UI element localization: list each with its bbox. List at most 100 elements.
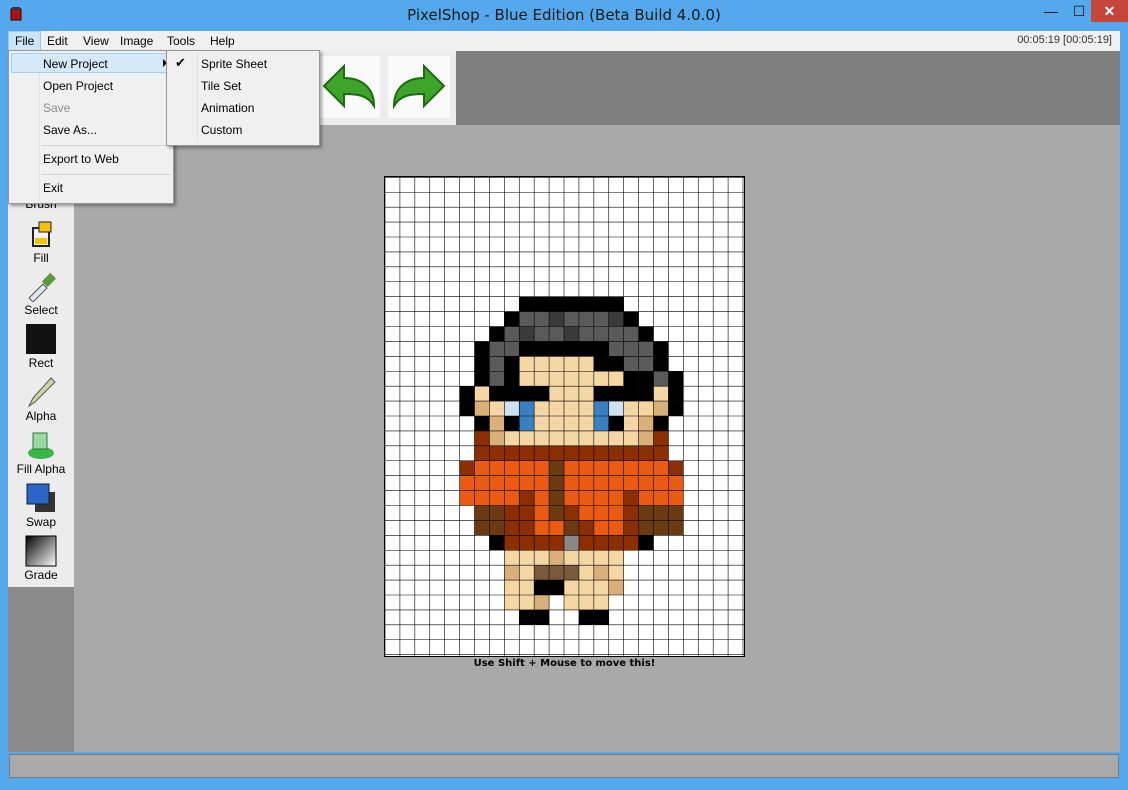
pixel [653, 490, 669, 506]
pixel [608, 430, 624, 446]
tool-fill-alpha[interactable]: Fill Alpha [8, 429, 74, 476]
pixel [519, 460, 535, 476]
menu-item-exit[interactable]: Exit [43, 178, 63, 198]
pixel [653, 386, 669, 402]
pixel [489, 505, 505, 521]
menu-tools[interactable]: Tools [161, 31, 201, 51]
maximize-button[interactable]: ☐ [1067, 0, 1091, 22]
menu-item-export-web[interactable]: Export to Web [43, 149, 119, 169]
pixel [534, 490, 550, 506]
file-menu-dropdown: New Project Open Project Save Save As...… [8, 50, 174, 204]
pixel [489, 490, 505, 506]
pixel [608, 371, 624, 387]
pixel [578, 371, 594, 387]
menu-file[interactable]: File [8, 31, 42, 51]
pixel [638, 430, 654, 446]
pixel [519, 445, 535, 461]
menu-image[interactable]: Image [114, 31, 159, 51]
menu-item-label: New Project [43, 57, 108, 71]
pixel [489, 520, 505, 536]
pixel [623, 535, 639, 551]
menu-item-save[interactable]: Save [43, 98, 70, 118]
pixel [549, 416, 565, 431]
menu-item-open-project[interactable]: Open Project [43, 76, 113, 96]
pixel [668, 460, 684, 476]
menu-item-save-as[interactable]: Save As... [43, 120, 97, 140]
pixel [549, 401, 565, 417]
pixel [593, 580, 609, 596]
menu-edit[interactable]: Edit [41, 31, 74, 51]
undo-button[interactable] [318, 56, 380, 118]
pixel [578, 430, 594, 446]
pixel [489, 371, 505, 387]
pixel [534, 356, 550, 372]
submenu-item-sprite-sheet[interactable]: Sprite Sheet [201, 54, 267, 74]
submenu-item-tile-set[interactable]: Tile Set [201, 76, 241, 96]
pixel [504, 490, 520, 506]
pixel [474, 341, 490, 357]
session-timer: 00:05:19 [00:05:19] [1017, 34, 1112, 46]
tool-select[interactable]: Select [8, 270, 74, 317]
pixel-canvas[interactable] [384, 176, 745, 657]
pixel [519, 520, 535, 536]
pixel [504, 430, 520, 446]
pixel [578, 565, 594, 581]
tool-rect[interactable]: Rect [8, 323, 74, 370]
tool-grade[interactable]: Grade [8, 535, 74, 582]
pixel [593, 296, 609, 312]
pixel [549, 430, 565, 446]
pixel [534, 550, 550, 566]
pixel [593, 595, 609, 610]
pixel [638, 535, 654, 551]
pixel [638, 490, 654, 506]
pixel [534, 565, 550, 581]
minimize-button[interactable]: — [1035, 0, 1067, 22]
pixel [474, 371, 490, 387]
pixel [564, 311, 579, 327]
redo-button[interactable] [388, 56, 450, 118]
pixel [489, 326, 505, 342]
pixel [549, 460, 565, 476]
pixel [549, 371, 565, 387]
pixel [638, 386, 654, 402]
pixel [504, 445, 520, 461]
pixel [593, 311, 609, 327]
submenu-item-custom[interactable]: Custom [201, 120, 242, 140]
submenu-item-animation[interactable]: Animation [201, 98, 254, 118]
pixel [504, 371, 520, 387]
pixel [534, 505, 550, 521]
pixel [668, 505, 684, 521]
pixel [549, 445, 565, 461]
pixel [668, 490, 684, 506]
tool-alpha[interactable]: Alpha [8, 376, 74, 423]
tool-fill[interactable]: Fill [8, 218, 74, 265]
checkmark-icon: ✔ [175, 55, 186, 70]
pixel [608, 386, 624, 402]
pixel [459, 386, 475, 402]
title-bar[interactable]: PixelShop - Blue Edition (Beta Build 4.0… [0, 0, 1128, 31]
pixel [653, 416, 669, 431]
pixel [578, 505, 594, 521]
pixel [519, 341, 535, 357]
pixel [623, 416, 639, 431]
pixel [549, 520, 565, 536]
pixel [519, 565, 535, 581]
pixel [668, 520, 684, 536]
pixel [519, 326, 535, 342]
pixel [608, 535, 624, 551]
pixel [623, 371, 639, 387]
pixel [623, 401, 639, 417]
pixel [623, 475, 639, 491]
pixel [593, 401, 609, 417]
pixel [504, 580, 520, 596]
menu-help[interactable]: Help [204, 31, 241, 51]
menu-view[interactable]: View [77, 31, 115, 51]
pixel [474, 386, 490, 402]
pixel [623, 356, 639, 372]
pixel [564, 550, 579, 566]
pixel [564, 386, 579, 402]
status-bar [9, 754, 1119, 778]
tool-swap[interactable]: Swap [8, 482, 74, 529]
close-button[interactable]: ✕ [1091, 0, 1128, 22]
pixel [608, 296, 624, 312]
